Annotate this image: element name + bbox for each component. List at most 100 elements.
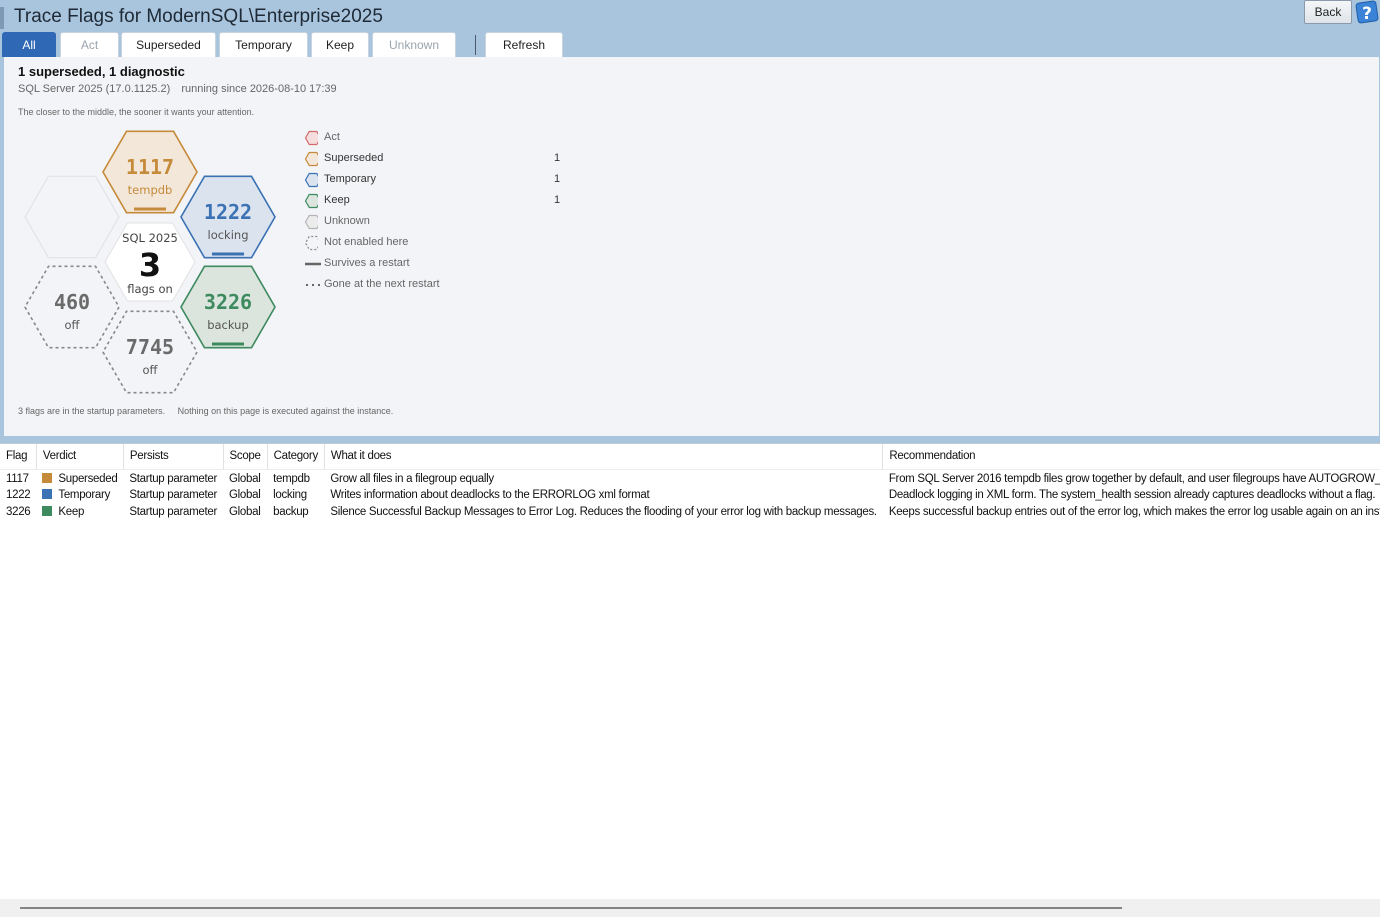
cell-what: Writes information about deadlocks to th… — [330, 488, 650, 501]
legend-dotted-icon — [306, 284, 320, 286]
legend-label: Temporary — [324, 173, 376, 185]
hex-flag-number: 460 — [54, 290, 90, 314]
title-accent — [0, 7, 4, 29]
hex-flag-number: 7745 — [126, 335, 174, 359]
verdict-text: Superseded — [58, 472, 118, 485]
column-header[interactable]: Verdict — [36, 444, 124, 470]
cell-category: backup — [273, 505, 309, 518]
hex-flag-label: tempdb — [128, 183, 173, 197]
tab-temporary[interactable]: Temporary — [219, 32, 308, 57]
verdict-text: Keep — [58, 505, 85, 518]
legend-keep-icon — [304, 193, 318, 209]
legend-solid-icon — [305, 262, 321, 266]
flags-table: Flag Verdict Persists Scope Category What it … — [0, 444, 1380, 520]
legend-label: Keep — [324, 194, 350, 206]
center-caption: flags on — [127, 282, 173, 296]
legend-count: 1 — [554, 173, 561, 185]
center-version: SQL 2025 — [122, 231, 178, 245]
cell-persists: Startup parameter — [129, 472, 218, 485]
column-header[interactable]: Persists — [123, 444, 224, 470]
flags-table-area: Flag Verdict Persists Scope Category What it … — [0, 443, 1380, 917]
cell-scope: Global — [229, 488, 261, 501]
column-header[interactable]: What it does — [324, 444, 884, 470]
cell-category: locking — [273, 488, 307, 501]
legend-label: Gone at the next restart — [324, 278, 440, 290]
legend-item-keep: Keep 1 — [300, 191, 570, 212]
safety-note: Nothing on this page is executed against… — [177, 406, 394, 416]
tab-all[interactable]: All — [2, 32, 56, 57]
cell-what: Grow all files in a filegroup equally — [330, 472, 494, 485]
legend-unknown-icon — [304, 214, 318, 230]
refresh-button[interactable]: Refresh — [485, 32, 563, 57]
legend-label: Unknown — [324, 215, 370, 227]
table-row[interactable]: 3226 Keep Startup parameter Global backup Sil… — [0, 503, 1380, 520]
cell-category: tempdb — [273, 472, 310, 485]
cell-flag: 1222 — [6, 488, 31, 501]
hex-flag-number: 1117 — [126, 155, 174, 179]
verdict-swatch — [42, 472, 53, 483]
overview-panel: 1 superseded, 1 diagnostic SQL Server 20… — [4, 57, 1379, 436]
hex-flag-label: off — [143, 363, 159, 377]
hex-flag-number: 1222 — [204, 200, 252, 224]
tab-unknown[interactable]: Unknown — [372, 32, 456, 57]
cell-verdict: Superseded — [36, 469, 123, 486]
legend-item-temporary: Temporary 1 — [300, 170, 570, 191]
verdict-swatch — [42, 488, 53, 499]
legend-item-dotted: Gone at the next restart — [300, 275, 570, 296]
hex-flag-label: locking — [208, 228, 249, 242]
toolbar-separator — [475, 35, 476, 55]
legend-label: Superseded — [324, 152, 384, 164]
legend-item-act: Act — [300, 128, 570, 149]
hex-empty — [24, 175, 120, 259]
legend-label: Survives a restart — [324, 257, 410, 269]
center-count: 3 — [139, 246, 161, 284]
legend-item-superseded: Superseded 1 — [300, 149, 570, 170]
column-header[interactable]: Flag — [0, 444, 37, 470]
cell-recommendation: From SQL Server 2016 tempdb files grow t… — [888, 472, 1380, 485]
legend-temporary-icon — [304, 172, 318, 188]
table-row[interactable]: 1117 Superseded Startup parameter Global tem… — [0, 469, 1380, 486]
legend-item-off: Not enabled here — [300, 233, 570, 254]
legend-count: 1 — [554, 152, 561, 164]
legend-superseded-icon — [304, 151, 318, 167]
tab-act[interactable]: Act — [60, 32, 119, 57]
startup-note: 3 flags are in the startup parameters. — [18, 406, 166, 416]
svg-text:?: ? — [1362, 4, 1372, 24]
hex-flag-label: off — [65, 318, 81, 332]
cell-persists: Startup parameter — [129, 505, 218, 518]
verdict-swatch — [42, 505, 53, 516]
footer-note: 3 flags are in the startup parameters. N… — [18, 406, 393, 416]
legend-item-solid: Survives a restart — [300, 254, 570, 275]
back-button[interactable]: Back — [1304, 0, 1352, 24]
legend-label: Not enabled here — [324, 236, 409, 248]
horizontal-scrollbar[interactable] — [0, 899, 1380, 917]
scrollbar-thumb[interactable] — [20, 907, 1122, 909]
legend-count: 1 — [554, 194, 561, 206]
verdict-text: Temporary — [58, 488, 111, 501]
table-header-row: Flag Verdict Persists Scope Category What it … — [0, 444, 1380, 470]
legend-off-icon — [304, 235, 318, 251]
help-icon[interactable]: ? — [1354, 0, 1380, 26]
cell-scope: Global — [229, 505, 261, 518]
column-header[interactable]: Scope — [223, 444, 268, 470]
column-header[interactable]: Recommendation — [882, 444, 1380, 470]
page-title: Trace Flags for ModernSQL\Enterprise2025 — [14, 6, 383, 27]
tab-keep[interactable]: Keep — [311, 32, 369, 57]
legend-act-icon — [304, 130, 318, 146]
cell-what: Silence Successful Backup Messages to Er… — [330, 505, 877, 518]
legend: Act Superseded 1 Temporary 1 Keep 1 Unknown Not … — [300, 128, 570, 296]
cell-scope: Global — [229, 472, 261, 485]
cell-recommendation: Keeps successful backup entries out of t… — [888, 505, 1380, 518]
column-header[interactable]: Category — [267, 444, 325, 470]
cell-flag: 3226 — [6, 505, 31, 518]
cell-verdict: Temporary — [36, 486, 123, 503]
cell-flag: 1117 — [6, 472, 29, 485]
hex-map: 1117 tempdb 1222 locking 3226 backup 7745 off 46… — [24, 130, 276, 394]
cell-verdict: Keep — [36, 503, 123, 520]
table-row[interactable]: 1222 Temporary Startup parameter Global lock… — [0, 486, 1380, 503]
legend-item-unknown: Unknown — [300, 212, 570, 233]
tab-superseded[interactable]: Superseded — [121, 32, 216, 57]
hex-flag-label: backup — [207, 318, 249, 332]
header: Trace Flags for ModernSQL\Enterprise2025… — [0, 0, 1380, 58]
cell-recommendation: Deadlock logging in XML form. The system… — [888, 488, 1376, 501]
